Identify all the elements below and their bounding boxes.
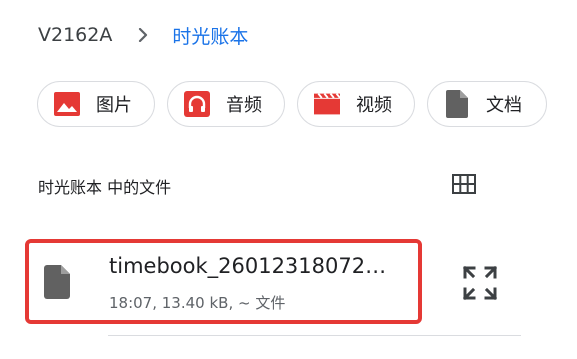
file-icon <box>44 265 70 299</box>
section-title: 时光账本 中的文件 <box>38 178 172 197</box>
file-name: timebook_26012318072… <box>109 254 387 278</box>
movie-icon <box>314 91 340 117</box>
chip-video-label: 视频 <box>356 95 392 116</box>
document-icon <box>444 90 470 118</box>
breadcrumb: V2162A 时光账本 <box>38 22 248 48</box>
category-chips: 图片 音频 视频 文档 <box>37 81 547 127</box>
breadcrumb-device[interactable]: V2162A <box>38 24 112 46</box>
chip-images[interactable]: 图片 <box>37 81 155 127</box>
chip-documents[interactable]: 文档 <box>427 81 547 127</box>
chip-video[interactable]: 视频 <box>297 81 415 127</box>
image-icon <box>54 91 80 117</box>
chip-audio[interactable]: 音频 <box>167 81 285 127</box>
divider <box>108 335 521 336</box>
file-meta: 18:07, 13.40 kB, ~ 文件 <box>109 294 286 312</box>
breadcrumb-current-folder[interactable]: 时光账本 <box>172 22 248 49</box>
file-list-item[interactable]: timebook_26012318072… 18:07, 13.40 kB, ~… <box>25 239 422 324</box>
chip-audio-label: 音频 <box>226 95 262 116</box>
chip-images-label: 图片 <box>96 95 132 116</box>
expand-icon[interactable] <box>461 264 499 302</box>
headphones-icon <box>184 91 210 117</box>
chevron-right-icon <box>136 28 150 42</box>
grid-view-icon[interactable] <box>451 172 477 196</box>
chip-documents-label: 文档 <box>486 95 522 116</box>
